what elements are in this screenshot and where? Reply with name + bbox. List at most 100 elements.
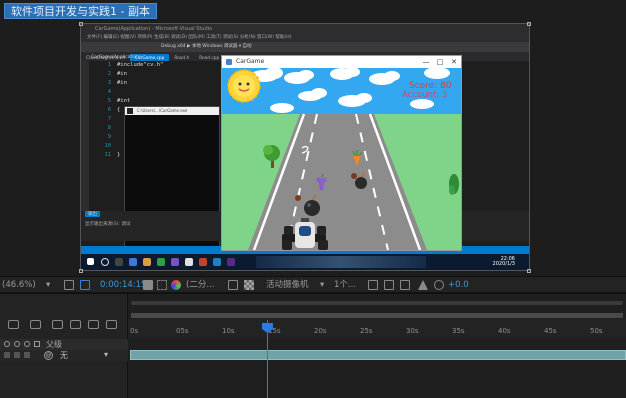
camera-icon[interactable] [143, 280, 153, 290]
layer-solo-box[interactable] [24, 352, 30, 358]
code-line: #int [117, 98, 131, 104]
chevron-down-icon[interactable]: ▾ [46, 279, 50, 291]
file-explorer-icon[interactable] [143, 258, 151, 266]
grid-icon[interactable] [64, 280, 74, 290]
code-line: #in [117, 80, 127, 86]
layer-visibility-box[interactable] [4, 352, 10, 358]
current-time-display[interactable]: 0:00:14:15 [100, 279, 146, 291]
chevron-down-icon[interactable]: ▾ [104, 350, 108, 359]
line-number: 10 [104, 143, 111, 149]
color-channel-icon[interactable] [171, 280, 181, 290]
search-icon[interactable] [101, 258, 109, 266]
minimize-icon[interactable]: — [419, 56, 433, 68]
taskbar-clock: 22:06 2020/1/3 [493, 257, 515, 267]
mask-visibility-icon[interactable] [80, 280, 90, 290]
line-number: 3 [107, 80, 111, 86]
pick-whip-icon[interactable]: @ [44, 351, 53, 360]
composition-tab[interactable]: 软件项目开发与实践1 - 副本 [4, 3, 157, 19]
windows-taskbar: 22:06 2020/1/3 [81, 254, 529, 270]
task-view-icon[interactable] [115, 258, 123, 266]
snapshot-icon[interactable] [157, 280, 167, 290]
work-area-bar[interactable] [131, 313, 623, 318]
audio-icon[interactable] [14, 341, 20, 347]
transform-handle[interactable] [527, 269, 531, 273]
account-label: Account: 3 [402, 90, 448, 100]
magnification-dropdown[interactable]: (46.6%) [2, 279, 36, 291]
ruler-tick-label: 45s [544, 327, 557, 335]
line-number: 9 [107, 134, 111, 140]
fast-previews-icon[interactable] [384, 280, 394, 290]
vs-file-tab[interactable]: Road.h [169, 54, 194, 61]
frame-blending-icon[interactable] [70, 320, 81, 329]
views-layout-dropdown[interactable]: 1个... [334, 279, 356, 291]
vs-menu-bar[interactable]: 文件(F) 编辑(E) 视图(V) 项目(P) 生成(B) 调试(D) 团队(M… [81, 34, 529, 42]
lock-icon[interactable] [34, 341, 40, 347]
ruler-tick-label: 10s [222, 327, 235, 335]
draft-3d-icon[interactable] [30, 320, 41, 329]
flowchart-icon[interactable] [418, 280, 428, 290]
ruler-tick-label: 50s [590, 327, 603, 335]
console-app-icon [127, 108, 133, 114]
clock-date: 2020/1/3 [492, 261, 515, 267]
game-title: CarGame [236, 58, 265, 65]
layer-audio-box[interactable] [14, 352, 20, 358]
vs-line-numbers: 1 2 3 4 5 6 7 8 9 10 11 [91, 61, 111, 181]
toggle-pixel-aspect-icon[interactable] [368, 280, 378, 290]
exposure-value[interactable]: +0.0 [448, 279, 469, 291]
time-navigator[interactable] [131, 301, 623, 305]
line-number: 7 [107, 116, 111, 122]
chevron-down-icon[interactable]: ▾ [320, 279, 324, 291]
game-app-icon [226, 59, 232, 65]
game-window[interactable]: CarGame — □ ✕ Score: 80 Account: 3 [221, 55, 462, 251]
motion-blur-icon[interactable] [88, 320, 99, 329]
line-number: 4 [107, 89, 111, 95]
layer-row[interactable]: @ 无 ▾ [0, 350, 128, 361]
wechat-icon[interactable] [157, 258, 165, 266]
graph-editor-icon[interactable] [106, 320, 117, 329]
layer-duration-bar[interactable] [130, 350, 626, 360]
resolution-dropdown[interactable]: (二分... [186, 279, 214, 291]
parent-column-header: 父级 [46, 340, 62, 349]
line-number: 1 [107, 62, 111, 68]
vs-title-bar: CarGame(Application) - Microsoft Visual … [81, 24, 529, 34]
after-effects-icon[interactable] [227, 258, 235, 266]
code-line: #include"cv.h" [117, 62, 164, 68]
viewer-control-bar: (46.6%) ▾ 0:00:14:15 (二分... 活动摄像机 ▾ 1个..… [0, 276, 626, 292]
camera-dropdown[interactable]: 活动摄像机 [266, 279, 309, 291]
windows-start-icon[interactable] [87, 258, 94, 265]
line-number: 2 [107, 71, 111, 77]
transform-handle[interactable] [527, 22, 531, 26]
app-icon[interactable] [213, 258, 221, 266]
ruler-tick-label: 20s [314, 327, 327, 335]
app-icon[interactable] [185, 258, 193, 266]
ruler-tick-label: 0s [130, 327, 139, 335]
maximize-icon[interactable]: □ [433, 56, 447, 68]
reset-exposure-icon[interactable] [434, 280, 444, 290]
eye-icon[interactable] [4, 341, 10, 347]
composition-panel: 软件项目开发与实践1 - 副本 CarGame(Application) - M… [0, 0, 626, 276]
taskbar-wallpaper-strip [256, 256, 426, 268]
close-icon[interactable]: ✕ [447, 56, 461, 68]
visual-studio-icon[interactable] [171, 258, 179, 266]
transform-handle[interactable] [79, 22, 83, 26]
app-icon[interactable] [199, 258, 207, 266]
ruler-tick-label: 35s [452, 327, 465, 335]
parent-dropdown[interactable]: 无 [60, 350, 68, 361]
transparency-grid-icon[interactable] [244, 280, 254, 290]
ruler-tick-label: 30s [406, 327, 419, 335]
vs-toolbar[interactable]: Debug x64 ▶ 本地 Windows 调试器 ▾ 自动 [81, 42, 529, 52]
vs-output-tab[interactable]: 输出 [85, 211, 100, 217]
edge-browser-icon[interactable] [129, 258, 137, 266]
transform-handle[interactable] [79, 269, 83, 273]
time-ruler[interactable]: 0s 05s 10s 15s 20s 25s 30s 35s 40s 45s 50s [128, 319, 626, 337]
solo-icon[interactable] [24, 341, 30, 347]
layer-header-row: 父级 [0, 339, 128, 350]
shy-layers-icon[interactable] [52, 320, 63, 329]
code-line: #in [117, 71, 127, 77]
timeline-icon[interactable] [400, 280, 410, 290]
vs-file-tab[interactable]: Road.cpp [194, 54, 224, 61]
ruler-tick-label: 40s [498, 327, 511, 335]
game-canvas[interactable]: Score: 80 Account: 3 [222, 68, 461, 250]
composition-mini-flowchart-icon[interactable] [8, 320, 19, 329]
region-of-interest-icon[interactable] [228, 280, 238, 290]
